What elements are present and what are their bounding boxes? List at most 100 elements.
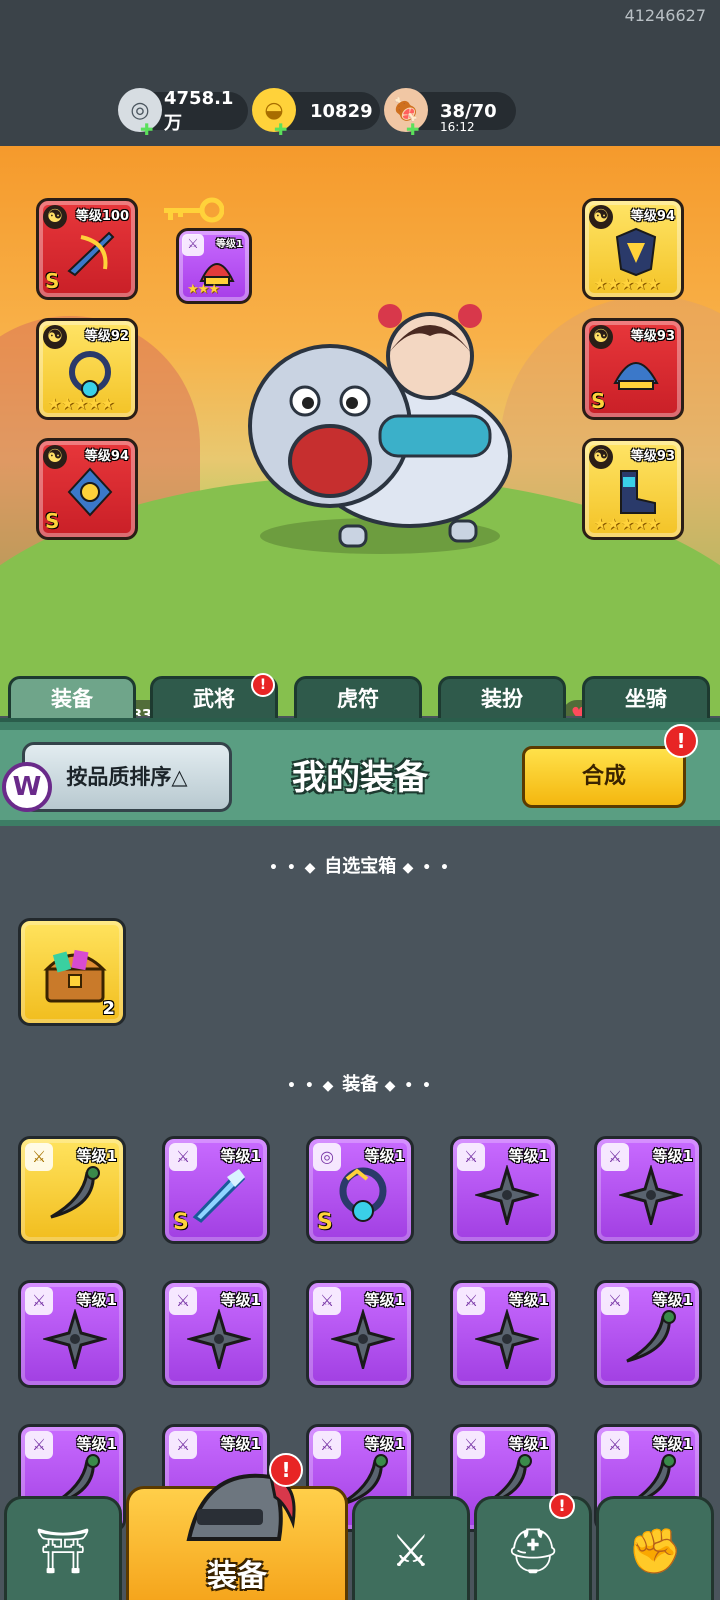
player-id: 41246627 [624, 6, 706, 25]
tab-mount[interactable]: 坐骑 [582, 676, 710, 720]
nav-equipment[interactable]: 装备 ! [126, 1453, 348, 1600]
equip-slot-accessory[interactable]: ☯ 等级92 ★★★★★ [36, 318, 138, 420]
page-title: 我的装备 [292, 758, 428, 798]
treasure-chest-icon [43, 949, 107, 1003]
item-level: 等级1 [364, 1147, 405, 1165]
sort-label: 按品质排序 [66, 765, 172, 789]
grade-badge: S [173, 1210, 189, 1235]
item-level: 等级1 [364, 1291, 405, 1309]
shuriken-icon [187, 1309, 251, 1369]
tab-costume[interactable]: 装扮 [438, 676, 566, 720]
slot-level: 等级100 [75, 209, 129, 224]
item-level: 等级1 [76, 1291, 117, 1309]
equipment-item[interactable]: ⚔ 等级1 [18, 1280, 126, 1388]
tab-label: 武将 [193, 687, 235, 711]
stamina-resource[interactable]: 🍖 38/70 ✚ 16:12 [384, 88, 516, 139]
overlay-logo-icon[interactable]: W [2, 762, 52, 812]
bottom-navigation: ⛩ 装备 ! ⚔ ⛑ ! ✊ [0, 1453, 720, 1600]
star-rating: ★★★★★ [47, 394, 115, 413]
tab-equipment[interactable]: 装备 [8, 676, 136, 720]
item-level: 等级1 [364, 1435, 405, 1453]
dots-decoration: • • ◆ [287, 1078, 343, 1094]
dots-decoration: ◆ • • [384, 1078, 433, 1094]
hero-helmet-icon: ⛑ [505, 1526, 561, 1577]
item-level: 等级1 [220, 1291, 261, 1309]
silver-value: 4758.1万 [164, 87, 234, 134]
nav-heroes[interactable]: ⛑ ! [474, 1493, 592, 1600]
item-level: 等级1 [508, 1147, 549, 1165]
item-level: 等级1 [652, 1147, 693, 1165]
shuriken-icon [475, 1309, 539, 1369]
equipment-header: 按品质排序△ 我的装备 合成 ! W [0, 718, 720, 826]
plus-icon[interactable]: ✚ [406, 120, 419, 139]
equip-slot-extra[interactable]: ⚔ 等级1 ★★★ [176, 228, 252, 304]
equipment-item[interactable]: ⚔ 等级1 [450, 1280, 558, 1388]
equipment-item[interactable]: ⚔ 等级1 [450, 1136, 558, 1244]
helmet-icon [613, 362, 659, 390]
gold-value: 10829 [310, 100, 373, 122]
tab-generals[interactable]: 武将 ! [150, 673, 278, 720]
slot-level: 等级94 [630, 209, 675, 224]
notification-badge: ! [549, 1493, 575, 1519]
star-rating: ★★★★★ [593, 514, 661, 533]
equipment-item[interactable]: ⚔ 等级1 [162, 1280, 270, 1388]
shuriken-icon [619, 1165, 683, 1225]
dots-decoration: • • ◆ [269, 860, 325, 876]
hero-area: ☯ 等级100 S ☯ 等级92 ★★★★★ ☯ 等级94 S ⚔ 等级1 ★★… [0, 146, 720, 716]
item-count: 2 [102, 998, 115, 1019]
key-icon [164, 197, 224, 223]
star-rating: ★★★★★ [593, 274, 661, 293]
ice-blade-icon [192, 1169, 246, 1223]
hero-character[interactable] [230, 296, 520, 556]
item-level: 等级1 [652, 1435, 693, 1453]
synthesize-button[interactable]: 合成 [522, 746, 686, 808]
item-level: 等级1 [220, 1435, 261, 1453]
nav-upgrade[interactable]: ✊ [596, 1496, 714, 1600]
plus-icon[interactable]: ✚ [274, 120, 287, 139]
grade-badge: S [45, 509, 60, 533]
notification-badge: ! [251, 673, 275, 697]
sort-by-quality-button[interactable]: 按品质排序△ [22, 742, 232, 812]
dots-decoration: ◆ • • [402, 860, 451, 876]
equipment-item[interactable]: ⚔ 等级1 S [162, 1136, 270, 1244]
notification-badge: ! [269, 1453, 303, 1487]
curved-blade-icon [50, 1166, 100, 1219]
selectable-chest-item[interactable]: 2 [18, 918, 126, 1026]
nav-city[interactable]: ⛩ [4, 1496, 122, 1600]
tab-tiger-tally[interactable]: 虎符 [294, 676, 422, 720]
necklace-icon [339, 1167, 387, 1222]
item-level: 等级1 [652, 1291, 693, 1309]
shuriken-icon [475, 1165, 539, 1225]
chest-section-title: • • ◆ 自选宝箱 ◆ • • [0, 852, 720, 878]
equipment-item[interactable]: ⚔ 等级1 [594, 1280, 702, 1388]
equipment-item[interactable]: ⚔ 等级1 [18, 1136, 126, 1244]
equipment-item[interactable]: ⚔ 等级1 [306, 1280, 414, 1388]
equip-slot-headgear[interactable]: ☯ 等级93 S [582, 318, 684, 420]
triangle-up-icon: △ [171, 765, 188, 789]
slot-level: 等级92 [84, 329, 129, 344]
item-level: 等级1 [220, 1147, 261, 1165]
amulet-icon [67, 467, 113, 517]
nav-label: 装备 [207, 1559, 267, 1594]
slot-level: 等级94 [84, 449, 129, 464]
section-label: 自选宝箱 [324, 856, 397, 877]
nav-battle[interactable]: ⚔ [352, 1496, 470, 1600]
gold-resource[interactable]: ◒ 10829 ✚ [252, 88, 380, 139]
section-label: 装备 [342, 1074, 379, 1095]
top-bar: 41246627 ◎ 4758.1万 ✚ ◒ 10829 ✚ 🍖 38/70 ✚… [0, 0, 720, 146]
crossbow-icon [67, 231, 115, 277]
crossed-swords-icon: ⚔ [391, 1525, 431, 1577]
equip-slot-ring[interactable]: ☯ 等级94 S [36, 438, 138, 540]
equip-slot-helmet[interactable]: ☯ 等级94 ★★★★★ [582, 198, 684, 300]
necklace-icon [69, 351, 111, 398]
notification-badge: ! [664, 724, 698, 758]
equip-slot-weapon[interactable]: ☯ 等级100 S [36, 198, 138, 300]
equipment-item[interactable]: ⚔ 等级1 [594, 1136, 702, 1244]
plus-icon[interactable]: ✚ [140, 120, 153, 139]
grade-badge: S [317, 1210, 333, 1235]
equip-slot-boots[interactable]: ☯ 等级93 ★★★★★ [582, 438, 684, 540]
fist-upgrade-icon: ✊ [627, 1526, 683, 1577]
armor-icon [615, 227, 657, 277]
silver-resource[interactable]: ◎ 4758.1万 ✚ [118, 88, 248, 139]
equipment-item[interactable]: ◎ 等级1 S [306, 1136, 414, 1244]
